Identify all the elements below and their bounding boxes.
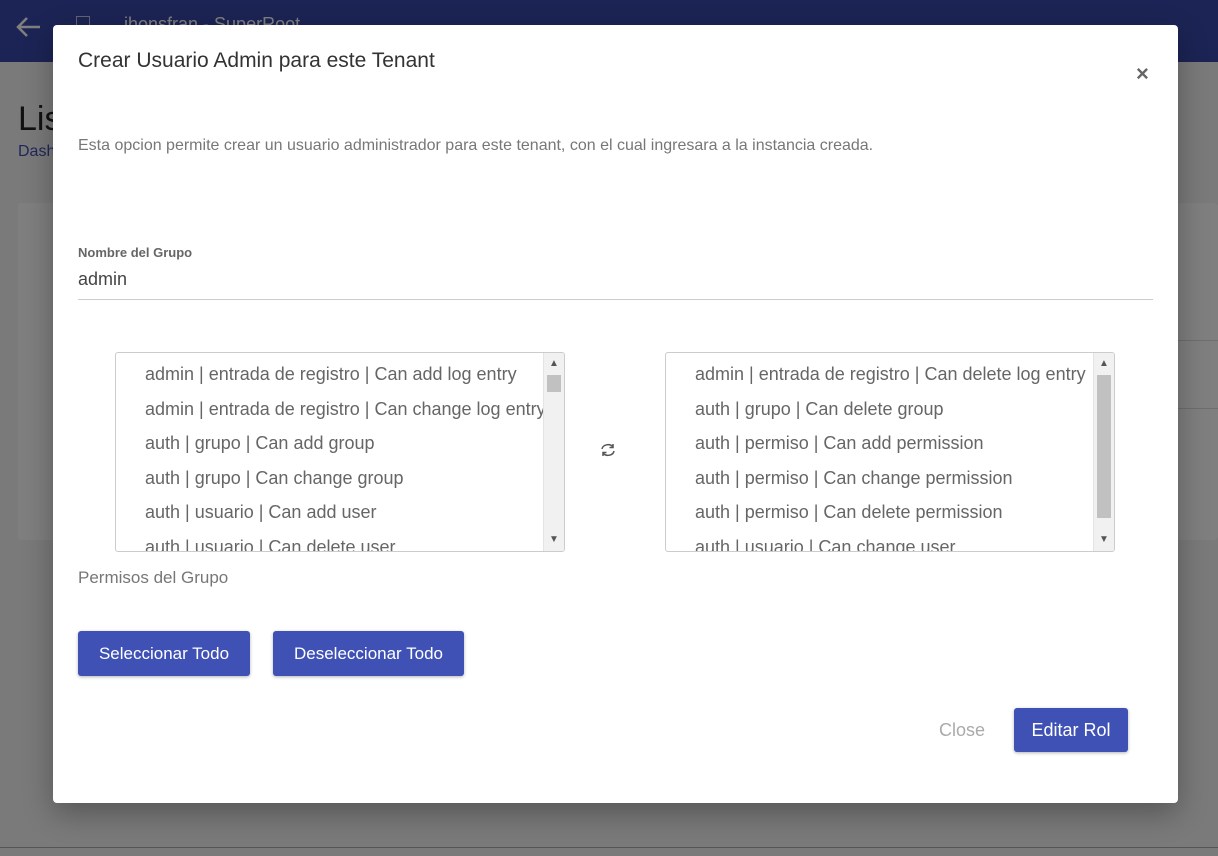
list-item[interactable]: auth | permiso | Can change permission bbox=[666, 457, 1094, 492]
close-button[interactable]: Close bbox=[924, 708, 1000, 752]
scrollbar-thumb[interactable] bbox=[1097, 375, 1111, 518]
scrollbar[interactable]: ▲ ▼ bbox=[1093, 353, 1114, 551]
list-item[interactable]: auth | usuario | Can add user bbox=[116, 491, 544, 526]
divider bbox=[0, 847, 1218, 848]
list-item[interactable]: admin | entrada de registro | Can delete… bbox=[666, 353, 1094, 388]
scroll-down-icon[interactable]: ▼ bbox=[1094, 531, 1114, 549]
edit-role-button[interactable]: Editar Rol bbox=[1014, 708, 1128, 752]
scroll-up-icon[interactable]: ▲ bbox=[1094, 355, 1114, 373]
list-item[interactable]: auth | usuario | Can delete user bbox=[116, 526, 544, 552]
group-name-input[interactable] bbox=[78, 269, 1153, 300]
close-icon[interactable]: × bbox=[1136, 63, 1149, 85]
create-admin-modal: Crear Usuario Admin para este Tenant × E… bbox=[53, 25, 1178, 803]
select-all-button[interactable]: Seleccionar Todo bbox=[78, 631, 250, 676]
available-permissions-list[interactable]: admin | entrada de registro | Can add lo… bbox=[115, 352, 565, 552]
permissions-helper-text: Permisos del Grupo bbox=[78, 568, 229, 587]
modal-title: Crear Usuario Admin para este Tenant bbox=[78, 49, 435, 72]
scroll-up-icon[interactable]: ▲ bbox=[544, 355, 564, 373]
list-item[interactable]: auth | grupo | Can change group bbox=[116, 457, 544, 492]
list-item[interactable]: auth | grupo | Can add group bbox=[116, 422, 544, 457]
list-item[interactable]: auth | grupo | Can delete group bbox=[666, 388, 1094, 423]
group-name-label: Nombre del Grupo bbox=[78, 245, 193, 260]
swap-icon[interactable] bbox=[598, 440, 618, 460]
list-item[interactable]: admin | entrada de registro | Can add lo… bbox=[116, 353, 544, 388]
deselect-all-button[interactable]: Deseleccionar Todo bbox=[273, 631, 464, 676]
scrollbar-thumb[interactable] bbox=[547, 375, 561, 392]
scrollbar[interactable]: ▲ ▼ bbox=[543, 353, 564, 551]
modal-description: Esta opcion permite crear un usuario adm… bbox=[78, 137, 874, 154]
list-item[interactable]: auth | usuario | Can change user bbox=[666, 526, 1094, 552]
list-item[interactable]: auth | permiso | Can delete permission bbox=[666, 491, 1094, 526]
list-item[interactable]: admin | entrada de registro | Can change… bbox=[116, 388, 544, 423]
list-item[interactable]: auth | permiso | Can add permission bbox=[666, 422, 1094, 457]
selected-permissions-list[interactable]: admin | entrada de registro | Can delete… bbox=[665, 352, 1115, 552]
scroll-down-icon[interactable]: ▼ bbox=[544, 531, 564, 549]
